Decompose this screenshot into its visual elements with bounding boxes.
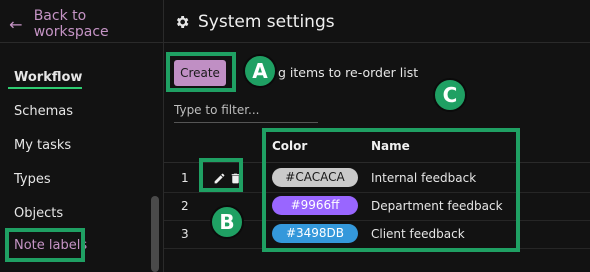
arrow-left-icon: ← xyxy=(9,14,23,34)
row-number: 1 xyxy=(181,171,189,185)
filter-input[interactable] xyxy=(174,97,318,123)
page-title: System settings xyxy=(174,12,335,32)
sidebar-item-schemas[interactable]: Schemas xyxy=(14,103,73,121)
reorder-hint: g items to re-order list xyxy=(278,65,419,80)
back-to-workspace-link[interactable]: ← Back to workspace xyxy=(8,8,163,40)
header-divider xyxy=(164,42,590,43)
sidebar-item-objects[interactable]: Objects xyxy=(14,205,63,223)
highlight-table xyxy=(262,128,520,252)
page-title-text: System settings xyxy=(198,12,335,32)
sidebar-item-my-tasks[interactable]: My tasks xyxy=(14,137,71,155)
row-number: 2 xyxy=(181,199,189,213)
sidebar-item-types[interactable]: Types xyxy=(14,171,51,189)
gear-icon xyxy=(176,16,189,28)
highlight-row-actions xyxy=(199,158,243,192)
sidebar-scrollbar[interactable] xyxy=(151,196,159,272)
sidebar-item-workflow[interactable]: Workflow xyxy=(14,69,82,87)
active-item-indicator xyxy=(8,87,82,89)
highlight-create-button xyxy=(166,52,236,92)
highlight-note-labels xyxy=(5,228,85,262)
row-number: 3 xyxy=(181,227,189,241)
annotation-badge-c: C xyxy=(433,78,467,112)
sidebar-divider xyxy=(0,42,164,43)
back-label: Back to workspace xyxy=(33,8,109,40)
annotation-badge-a: A xyxy=(243,54,277,88)
annotation-badge-b: B xyxy=(210,205,244,239)
